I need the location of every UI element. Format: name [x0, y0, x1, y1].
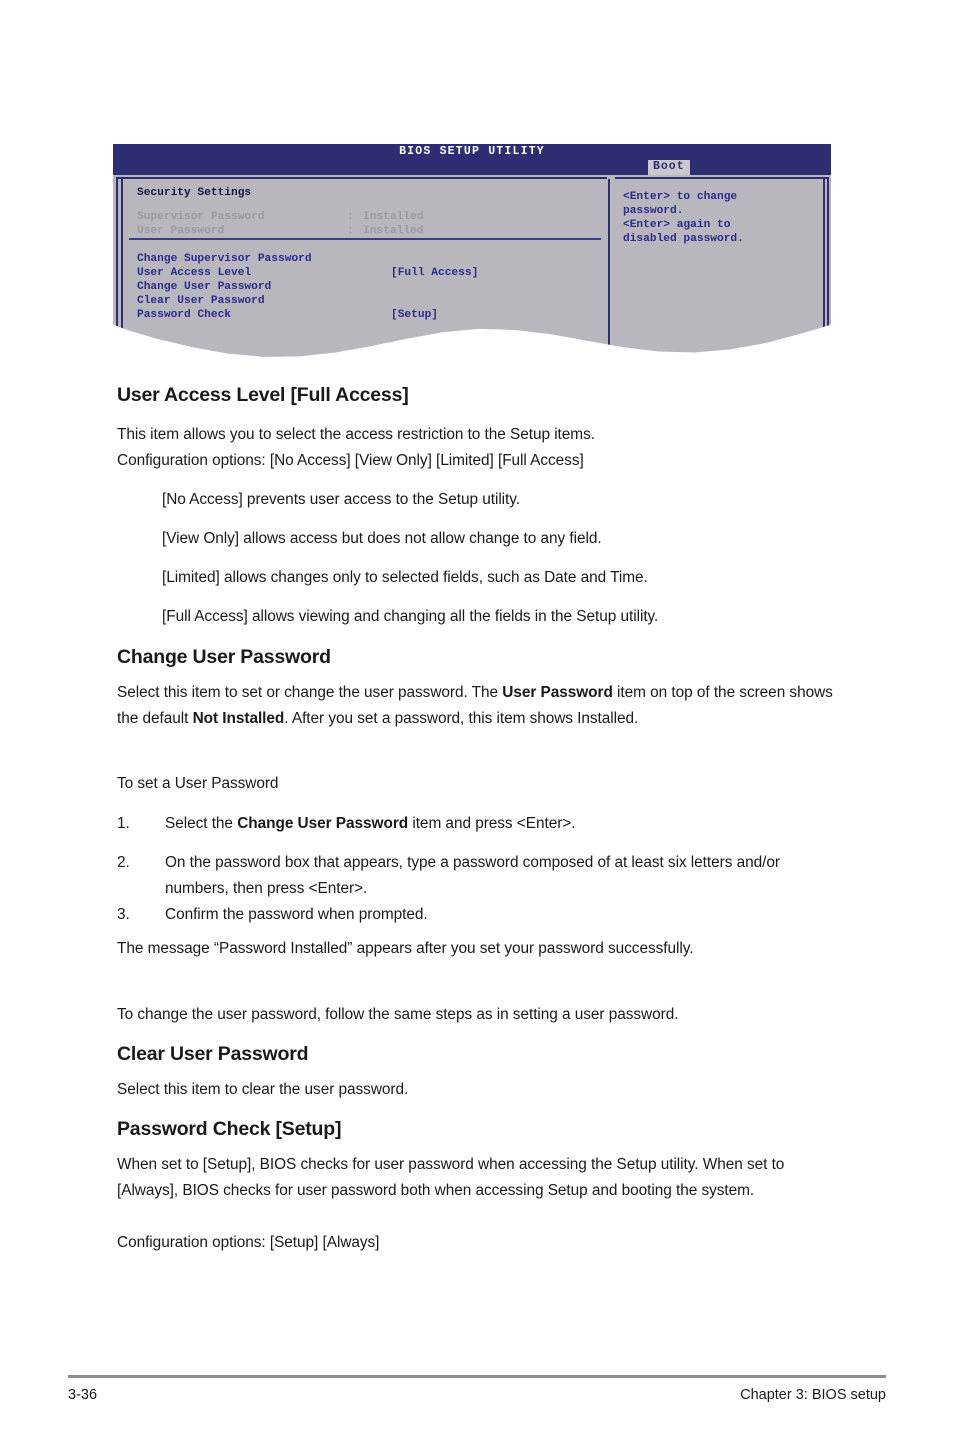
bios-section-title: Security Settings	[137, 187, 252, 199]
list-item-step-1-number: 1.	[117, 815, 130, 832]
bios-value-password-check[interactable]: [Setup]	[391, 308, 438, 322]
paragraph-change-user-password: Select this item to set or change the us…	[117, 680, 837, 732]
bios-menu-change-user-password[interactable]: Change User Password	[137, 280, 271, 294]
paragraph-user-access-level-line2: Configuration options: [No Access] [View…	[117, 452, 584, 469]
bold-not-installed: Not Installed	[192, 710, 285, 727]
bios-row-user-password-label: User Password	[137, 225, 225, 237]
heading-change-user-password: Change User Password	[117, 646, 331, 668]
bios-help-line-2: password.	[623, 205, 684, 217]
list-item-step-1-pre: Select the	[165, 815, 238, 832]
paragraph-password-check-body: When set to [Setup], BIOS checks for use…	[117, 1156, 785, 1199]
list-item-step-3: 3. Confirm the password when prompted.	[117, 902, 842, 928]
bold-user-password: User Password	[502, 684, 613, 701]
list-item-step-3-text: Confirm the password when prompted.	[165, 906, 428, 923]
footer-page-number: 3-36	[68, 1387, 98, 1403]
paragraph-clear-user-password: Select this item to clear the user passw…	[117, 1081, 409, 1098]
bullet-view-only: [View Only] allows access but does not a…	[162, 530, 602, 547]
paragraph-user-access-level-line1: This item allows you to select the acces…	[117, 426, 595, 443]
paragraph-change-user-password-same-steps: To change the user password, follow the …	[117, 1006, 679, 1023]
bios-tab-boot[interactable]: Boot	[648, 160, 690, 175]
list-item-step-2: 2. On the password box that appears, typ…	[117, 850, 842, 902]
paragraph-change-user-password-part3: . After you set a password, this item sh…	[284, 710, 639, 727]
list-item-step-3-number: 3.	[117, 906, 130, 923]
bullet-full-access: [Full Access] allows viewing and changin…	[162, 608, 659, 625]
bios-row-supervisor-password-value: Installed	[363, 211, 424, 223]
bios-title: BIOS SETUP UTILITY	[399, 145, 545, 158]
footer-divider	[68, 1375, 886, 1378]
list-item-step-1-text: Select the Change User Password item and…	[165, 811, 842, 837]
bios-row-supervisor-password-label: Supervisor Password	[137, 211, 265, 223]
page: BIOS SETUP UTILITY Boot Security Setting…	[0, 0, 954, 1438]
heading-clear-user-password: Clear User Password	[117, 1043, 309, 1065]
bios-left-inner-border	[121, 177, 123, 357]
bios-row-user-password-value: Installed	[363, 225, 424, 237]
bios-menu-clear-user-password[interactable]: Clear User Password	[137, 294, 265, 308]
bios-menu-user-access-level[interactable]: User Access Level	[137, 266, 251, 280]
bios-row-user-password-sep: :	[347, 225, 354, 237]
paragraph-password-check-options: Configuration options: [Setup] [Always]	[117, 1234, 380, 1251]
footer-chapter-label: Chapter 3: BIOS setup	[740, 1387, 886, 1403]
bios-screen: BIOS SETUP UTILITY Boot Security Setting…	[113, 144, 831, 357]
heading-user-access-level: User Access Level [Full Access]	[117, 384, 409, 406]
bios-screenshot-figure: BIOS SETUP UTILITY Boot Security Setting…	[113, 144, 831, 359]
bullet-no-access: [No Access] prevents user access to the …	[162, 491, 521, 508]
bios-help-line-1: <Enter> to change	[623, 191, 738, 203]
list-item-step-2-number: 2.	[117, 854, 130, 871]
list-item-step-1-post: item and press <Enter>.	[408, 815, 576, 832]
bios-pane-divider	[608, 179, 610, 357]
bios-menu-change-supervisor-password[interactable]: Change Supervisor Password	[137, 252, 312, 266]
paragraph-change-user-password-part1: Select this item to set or change the us…	[117, 684, 503, 701]
bios-help-line-3: <Enter> again to	[623, 219, 731, 231]
list-item-step-2-text: On the password box that appears, type a…	[165, 854, 780, 897]
bios-menu-password-check[interactable]: Password Check	[137, 308, 231, 322]
bios-right-inner-border	[823, 179, 825, 357]
paragraph-password-installed-message: The message “Password Installed” appears…	[117, 940, 694, 957]
bios-header-bar: BIOS SETUP UTILITY Boot	[113, 144, 831, 175]
bios-row-supervisor-password-sep: :	[347, 211, 354, 223]
bios-body: Security Settings Supervisor Password : …	[113, 175, 831, 357]
bios-section-rule	[129, 238, 601, 240]
bios-help-line-4: disabled password.	[623, 233, 744, 245]
bios-value-user-access-level[interactable]: [Full Access]	[391, 266, 478, 280]
bold-change-user-password: Change User Password	[237, 815, 409, 832]
list-item-step-1: 1. Select the Change User Password item …	[117, 811, 842, 837]
paragraph-to-set-a-user-password: To set a User Password	[117, 775, 279, 792]
heading-password-check: Password Check [Setup]	[117, 1118, 342, 1140]
bullet-limited: [Limited] allows changes only to selecte…	[162, 569, 648, 586]
